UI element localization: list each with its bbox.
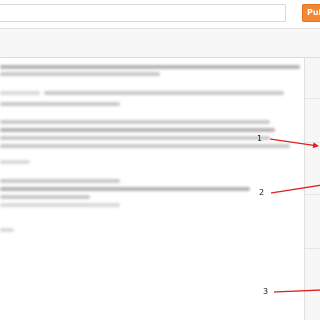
blurred-text-line — [0, 187, 250, 191]
annotation-marker-3: 3 — [263, 287, 269, 296]
annotation-marker-2: 2 — [259, 188, 265, 197]
sidebar-divider — [305, 194, 320, 195]
blurred-text-line — [44, 91, 284, 95]
blurred-text-line — [0, 120, 270, 124]
sidebar-divider — [305, 142, 320, 143]
blurred-text-line — [0, 160, 30, 164]
blurred-text-line — [0, 72, 160, 76]
top-bar: Pub — [0, 0, 320, 29]
blurred-text-line — [0, 136, 270, 140]
sidebar-divider — [305, 248, 320, 249]
blurred-text-line — [0, 128, 275, 132]
editor-toolbar — [0, 29, 320, 58]
blurred-text-line — [0, 228, 14, 232]
annotation-marker-1: 1 — [257, 134, 263, 143]
blurred-text-line — [0, 144, 290, 148]
post-title-input[interactable] — [0, 4, 286, 22]
blurred-text-line — [0, 179, 120, 183]
publish-button[interactable]: Pub — [302, 4, 320, 22]
blurred-text-line — [0, 195, 90, 199]
editor-sidebar — [305, 58, 320, 320]
blurred-text-line — [0, 65, 300, 69]
sidebar-divider — [305, 98, 320, 99]
blurred-text-line — [0, 102, 120, 106]
blurred-text-line — [0, 91, 40, 95]
blurred-text-line — [0, 203, 120, 207]
